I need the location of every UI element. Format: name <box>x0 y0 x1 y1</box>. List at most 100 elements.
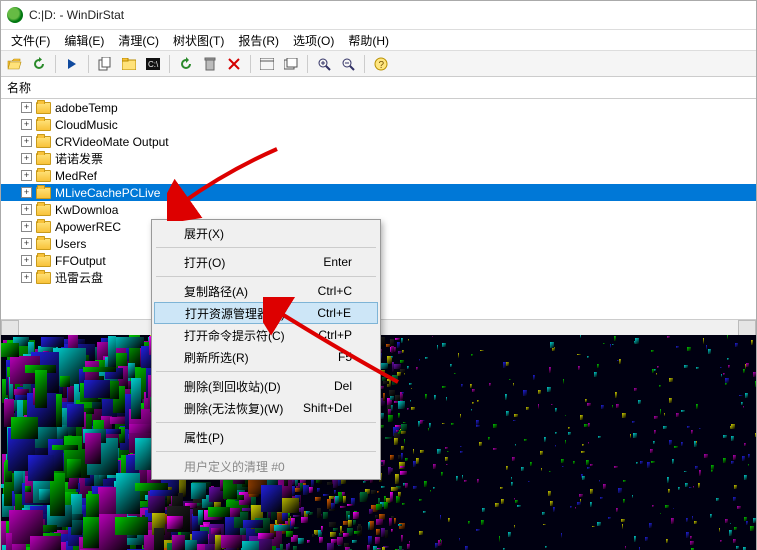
treemap-block[interactable] <box>547 387 551 392</box>
treemap-block[interactable] <box>363 481 366 483</box>
context-menu-item[interactable]: 打开(O)Enter <box>154 251 378 273</box>
treemap-block[interactable] <box>333 528 338 532</box>
treemap-block[interactable] <box>368 536 371 545</box>
treemap-block[interactable] <box>375 515 378 518</box>
treemap-block[interactable] <box>391 487 398 491</box>
treemap-block[interactable] <box>375 537 380 544</box>
treemap-block[interactable] <box>632 495 634 499</box>
treemap-block[interactable] <box>340 506 345 508</box>
treemap-block[interactable] <box>561 459 564 463</box>
treemap-block[interactable] <box>407 408 409 410</box>
treemap-block[interactable] <box>678 487 680 490</box>
treemap-block[interactable] <box>330 532 336 537</box>
treemap-block[interactable] <box>623 499 625 503</box>
treemap-block[interactable] <box>400 471 407 475</box>
treemap-block[interactable] <box>616 508 618 512</box>
treemap-block[interactable] <box>28 455 54 482</box>
treemap-block[interactable] <box>354 531 360 534</box>
treemap-block[interactable] <box>303 485 308 495</box>
treemap-block[interactable] <box>614 466 618 468</box>
treemap-block[interactable] <box>402 392 404 394</box>
tree-row[interactable]: +MedRef <box>1 167 756 184</box>
treemap-block[interactable] <box>599 480 600 483</box>
treemap-block[interactable] <box>30 536 62 550</box>
treemap-block[interactable] <box>301 507 305 517</box>
treemap-block[interactable] <box>476 420 479 425</box>
expand-icon[interactable]: + <box>21 221 32 232</box>
treemap-block[interactable] <box>750 526 754 532</box>
treemap-block[interactable] <box>733 539 736 543</box>
treemap-block[interactable] <box>597 522 601 526</box>
expand-icon[interactable]: + <box>21 119 32 130</box>
treemap-block[interactable] <box>221 535 242 548</box>
treemap-block[interactable] <box>649 523 651 528</box>
treemap-block[interactable] <box>594 372 597 377</box>
treemap-block[interactable] <box>395 395 400 400</box>
treemap-block[interactable] <box>392 375 399 385</box>
treemap-block[interactable] <box>582 444 584 447</box>
context-menu-item[interactable]: 复制路径(A)Ctrl+C <box>154 280 378 302</box>
treemap-block[interactable] <box>695 466 698 469</box>
treemap-block[interactable] <box>376 519 383 526</box>
treemap-block[interactable] <box>150 490 179 496</box>
treemap-block[interactable] <box>433 464 436 469</box>
treemap-block[interactable] <box>699 470 702 476</box>
treemap-block[interactable] <box>445 447 448 449</box>
treemap-block[interactable] <box>696 441 697 444</box>
treemap-block[interactable] <box>690 536 692 539</box>
treemap-block[interactable] <box>381 370 385 374</box>
treemap-block[interactable] <box>743 369 745 373</box>
treemap-block[interactable] <box>514 414 518 417</box>
treemap-block[interactable] <box>343 533 349 537</box>
tree-row[interactable]: +KwDownloa <box>1 201 756 218</box>
context-menu-item[interactable]: 打开命令提示符(C)Ctrl+P <box>154 324 378 346</box>
treemap-block[interactable] <box>633 433 636 438</box>
treemap-block[interactable] <box>667 336 670 338</box>
treemap-block[interactable] <box>742 456 745 461</box>
treemap-block[interactable] <box>85 433 102 464</box>
treemap-block[interactable] <box>464 480 467 483</box>
treemap-block[interactable] <box>622 524 623 529</box>
menu-file[interactable]: 文件(F) <box>5 30 56 51</box>
treemap-block[interactable] <box>653 441 656 444</box>
treemap-block[interactable] <box>671 518 674 524</box>
treemap-block[interactable] <box>727 358 730 360</box>
treemap-block[interactable] <box>690 541 693 545</box>
treemap-block[interactable] <box>686 532 689 538</box>
treemap-block[interactable] <box>669 378 673 382</box>
treemap-block[interactable] <box>398 492 400 498</box>
treemap-block[interactable] <box>198 510 202 524</box>
treemap-block[interactable] <box>454 373 456 374</box>
zoom-in-icon[interactable] <box>314 54 334 74</box>
treemap-block[interactable] <box>706 345 707 350</box>
treemap-block[interactable] <box>408 339 409 341</box>
treemap-block[interactable] <box>530 462 532 466</box>
treemap-block[interactable] <box>321 526 323 532</box>
treemap-block[interactable] <box>86 494 100 519</box>
copy-icon[interactable] <box>95 54 115 74</box>
treemap-block[interactable] <box>301 517 308 523</box>
menu-edit[interactable]: 编辑(E) <box>58 30 110 51</box>
treemap-block[interactable] <box>335 496 338 504</box>
treemap-block[interactable] <box>755 381 756 386</box>
treemap-block[interactable] <box>397 342 400 347</box>
explorer-icon[interactable] <box>119 54 139 74</box>
treemap-block[interactable] <box>410 400 411 401</box>
treemap-block[interactable] <box>401 453 403 460</box>
treemap-block[interactable] <box>407 366 409 369</box>
expand-icon[interactable]: + <box>21 187 32 198</box>
treemap-block[interactable] <box>293 515 300 517</box>
treemap-block[interactable] <box>292 480 295 485</box>
treemap-block[interactable] <box>369 509 373 514</box>
treemap-block[interactable] <box>506 411 509 416</box>
treemap-block[interactable] <box>402 503 405 505</box>
treemap-block[interactable] <box>435 543 438 548</box>
treemap-block[interactable] <box>501 499 503 505</box>
treemap-block[interactable] <box>401 446 404 450</box>
tree-row[interactable]: +CRVideoMate Output <box>1 133 756 150</box>
treemap-block[interactable] <box>376 504 381 509</box>
treemap-block[interactable] <box>588 442 589 443</box>
treemap-block[interactable] <box>327 499 331 508</box>
treemap-block[interactable] <box>413 486 417 490</box>
menu-help[interactable]: 帮助(H) <box>342 30 395 51</box>
